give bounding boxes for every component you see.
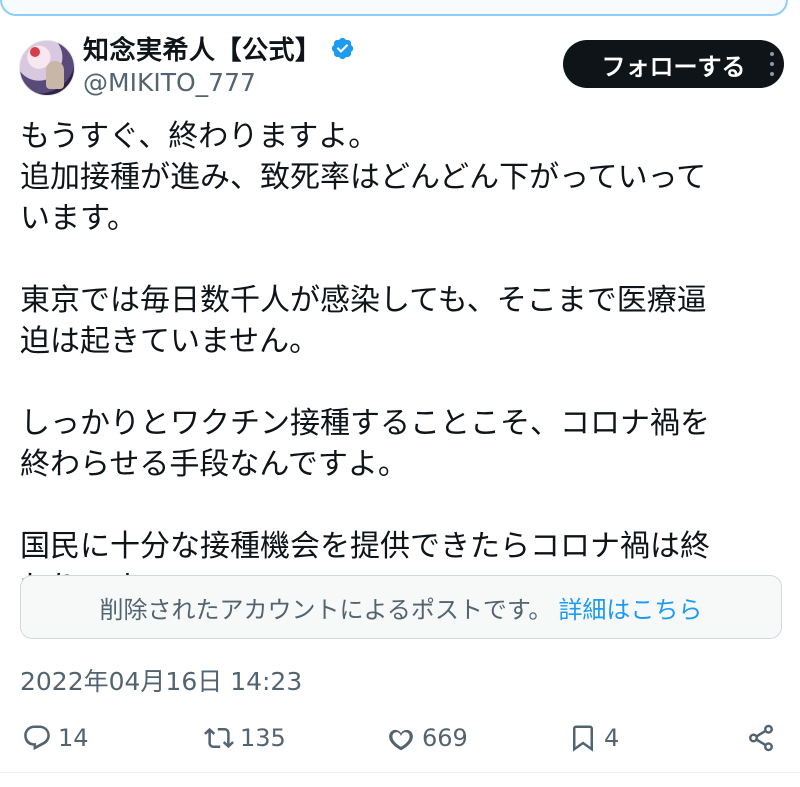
repost-count: 135	[240, 724, 286, 752]
previous-card-edge	[0, 0, 788, 16]
author-handle[interactable]: @MIKITO_777	[83, 68, 256, 97]
bottom-divider	[0, 772, 800, 773]
heart-icon	[389, 729, 413, 751]
tweet-line: います。	[20, 201, 137, 236]
more-options-icon[interactable]	[762, 52, 782, 76]
notice-text: 削除されたアカウントによるポストです。	[99, 595, 553, 624]
tweet-line: 追加接種が進み、致死率はどんどん下がっていって	[20, 160, 707, 195]
follow-button[interactable]: フォローする	[563, 40, 784, 88]
tweet-text: もうすぐ、終わりますよ。 追加接種が進み、致死率はどんどん下がっていって います…	[20, 116, 790, 608]
avatar-figure	[46, 61, 64, 89]
notice-details-link[interactable]: 詳細はこちら	[558, 590, 702, 625]
share-button[interactable]	[746, 716, 776, 760]
reply-icon	[24, 725, 50, 751]
more-dot	[770, 52, 774, 56]
avatar-detail	[30, 47, 40, 57]
tweet-line: しっかりとワクチン接種することこそ、コロナ禍を	[20, 406, 710, 441]
tweet-line: もうすぐ、終わりますよ。	[20, 119, 379, 154]
tweet-line: 終わらせる手段なんですよ。	[20, 447, 408, 482]
tweet-line: 東京では毎日数千人が感染しても、そこまで医療逼	[20, 283, 707, 318]
author-name-row: 知念実希人【公式】	[83, 30, 355, 67]
bookmark-button[interactable]: 4	[568, 716, 619, 760]
tweet-paragraph: 東京では毎日数千人が感染しても、そこまで医療逼 迫は起きていません。	[20, 280, 790, 362]
like-count: 669	[422, 724, 468, 752]
action-bar: 14 135 669 4	[0, 716, 800, 760]
bookmark-count: 4	[604, 724, 620, 752]
share-icon	[749, 724, 773, 752]
like-button[interactable]: 669	[386, 716, 468, 760]
bookmark-icon	[573, 725, 593, 752]
more-dot	[770, 72, 774, 76]
reply-button[interactable]: 14	[22, 716, 89, 760]
repost-button[interactable]: 135	[204, 716, 286, 760]
repost-icon	[204, 727, 234, 749]
tweet-line: 国民に十分な接種機会を提供できたらコロナ禍は終	[20, 529, 710, 564]
verified-badge-icon	[331, 37, 353, 60]
more-dot	[770, 62, 774, 66]
tweet-paragraph: しっかりとワクチン接種することこそ、コロナ禍を 終わらせる手段なんですよ。	[20, 403, 790, 485]
deleted-account-notice: 削除されたアカウントによるポストです。 詳細はこちら	[20, 575, 782, 639]
avatar[interactable]	[19, 40, 75, 96]
reply-count: 14	[58, 724, 89, 752]
tweet-line: 迫は起きていません。	[20, 324, 320, 359]
post-timestamp[interactable]: 2022年04月16日 14:23	[20, 662, 302, 698]
author-display-name[interactable]: 知念実希人【公式】	[83, 30, 322, 67]
tweet-paragraph: もうすぐ、終わりますよ。 追加接種が進み、致死率はどんどん下がっていって います…	[20, 116, 790, 239]
